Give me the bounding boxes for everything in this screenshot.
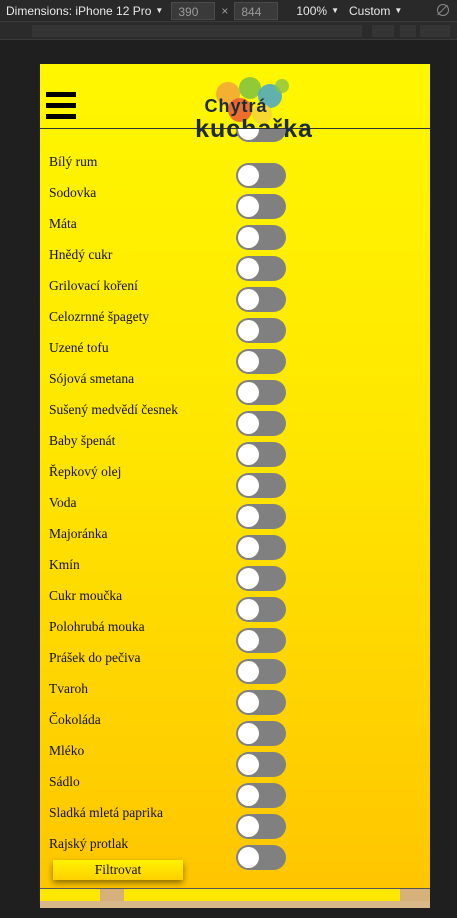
ingredient-row: Baby špenát: [40, 428, 430, 467]
ingredient-label: Čokoláda: [49, 712, 101, 727]
ingredient-label: Bílý rum: [49, 154, 98, 169]
app-logo[interactable]: Chytrá kuchařka: [184, 76, 324, 142]
ingredient-label: Voda: [49, 495, 77, 510]
ingredient-row: Sádlo: [40, 769, 430, 808]
ingredient-label: Prášek do pečiva: [49, 650, 141, 665]
toggle-knob: [238, 847, 259, 868]
ingredient-label: Sušený medvědí česnek: [49, 402, 178, 417]
ingredient-row: Hnědý cukr: [40, 242, 430, 281]
ingredient-toggle[interactable]: [236, 845, 286, 870]
page-footer: [40, 889, 430, 908]
ingredient-label: Cukr moučka: [49, 588, 123, 603]
logo-line-1: Chytrá: [204, 96, 268, 116]
ingredient-row: Sladká mletá paprika: [40, 800, 430, 839]
ingredient-label: Máta: [49, 216, 77, 231]
ruler-segment[interactable]: [420, 25, 450, 37]
throttle-select[interactable]: Custom: [349, 4, 390, 18]
ingredient-row: Čokoláda: [40, 707, 430, 746]
chevron-down-icon: ▼: [331, 6, 339, 15]
ingredient-row: Rajský protlak: [40, 831, 430, 870]
ingredient-list: Bílý rum Sodovka Máta Hnědý cukr Grilovací k…: [40, 129, 430, 889]
filter-button[interactable]: Filtrovat: [53, 860, 183, 880]
device-select[interactable]: Dimensions: iPhone 12 Pro: [6, 4, 151, 18]
ingredient-label: Baby špenát: [49, 433, 116, 448]
zoom-select[interactable]: 100%: [296, 4, 327, 18]
ingredient-label: Tvaroh: [49, 681, 88, 696]
ingredient-row: Voda: [40, 490, 430, 529]
ingredient-row: Majoránka: [40, 521, 430, 560]
ingredient-label: Sladká mletá paprika: [49, 805, 163, 820]
toggle-knob: [238, 129, 259, 140]
ingredient-label: Kmín: [49, 557, 80, 572]
ingredient-toggle[interactable]: [236, 129, 286, 142]
ingredient-row: Celozrnné špagety: [40, 304, 430, 343]
width-input[interactable]: 390: [171, 1, 216, 20]
ingredient-label: Sádlo: [49, 774, 80, 789]
ingredient-row: Tvaroh: [40, 676, 430, 715]
ingredient-label: Majoránka: [49, 526, 108, 541]
ingredient-row: Cukr moučka: [40, 583, 430, 622]
ruler-segment[interactable]: [400, 25, 416, 37]
ingredient-row: Sušený medvědí česnek: [40, 397, 430, 436]
menu-icon[interactable]: [46, 92, 76, 120]
ingredient-row: Sodovka: [40, 180, 430, 219]
ruler-segment[interactable]: [32, 25, 362, 37]
chevron-down-icon: ▼: [394, 6, 403, 15]
times-sign: ×: [221, 3, 229, 18]
device-viewport: Chytrá kuchařka Bílý rum Sodovka Máta Hnědý…: [40, 64, 430, 908]
ingredient-label: Sodovka: [49, 185, 97, 200]
ingredient-label: Hnědý cukr: [49, 247, 113, 262]
app-header: Chytrá kuchařka: [40, 64, 430, 142]
ingredient-row: Řepkový olej: [40, 459, 430, 498]
ingredient-row: Sójová smetana: [40, 366, 430, 405]
ingredient-row: Polohrubá mouka: [40, 614, 430, 653]
ingredient-row: Prášek do pečiva: [40, 645, 430, 684]
ingredient-row: Kmín: [40, 552, 430, 591]
chevron-down-icon: ▼: [155, 6, 164, 15]
ingredient-label: Celozrnné špagety: [49, 309, 150, 324]
devtools-toolbar: Dimensions: iPhone 12 Pro ▼ 390 × 844 10…: [0, 0, 457, 22]
ingredient-label: Řepkový olej: [49, 464, 122, 479]
ruler-segment[interactable]: [372, 25, 394, 37]
ingredient-label: Rajský protlak: [49, 836, 129, 851]
height-input[interactable]: 844: [234, 1, 279, 20]
ingredient-row: Mléko: [40, 738, 430, 777]
ingredient-row: Máta: [40, 211, 430, 250]
ingredient-row: Bílý rum: [40, 149, 430, 188]
ingredient-label: Sójová smetana: [49, 371, 135, 386]
ingredient-label: Mléko: [49, 743, 85, 758]
ingredient-label: Uzené tofu: [49, 340, 109, 355]
ingredient-row: Grilovací koření: [40, 273, 430, 312]
ingredient-row: [40, 129, 430, 149]
media-query-ruler[interactable]: [0, 22, 457, 40]
ingredient-label: Grilovací koření: [49, 278, 138, 293]
ingredient-row: Uzené tofu: [40, 335, 430, 374]
ingredient-label: Polohrubá mouka: [49, 619, 145, 634]
rotate-icon[interactable]: [437, 4, 449, 16]
